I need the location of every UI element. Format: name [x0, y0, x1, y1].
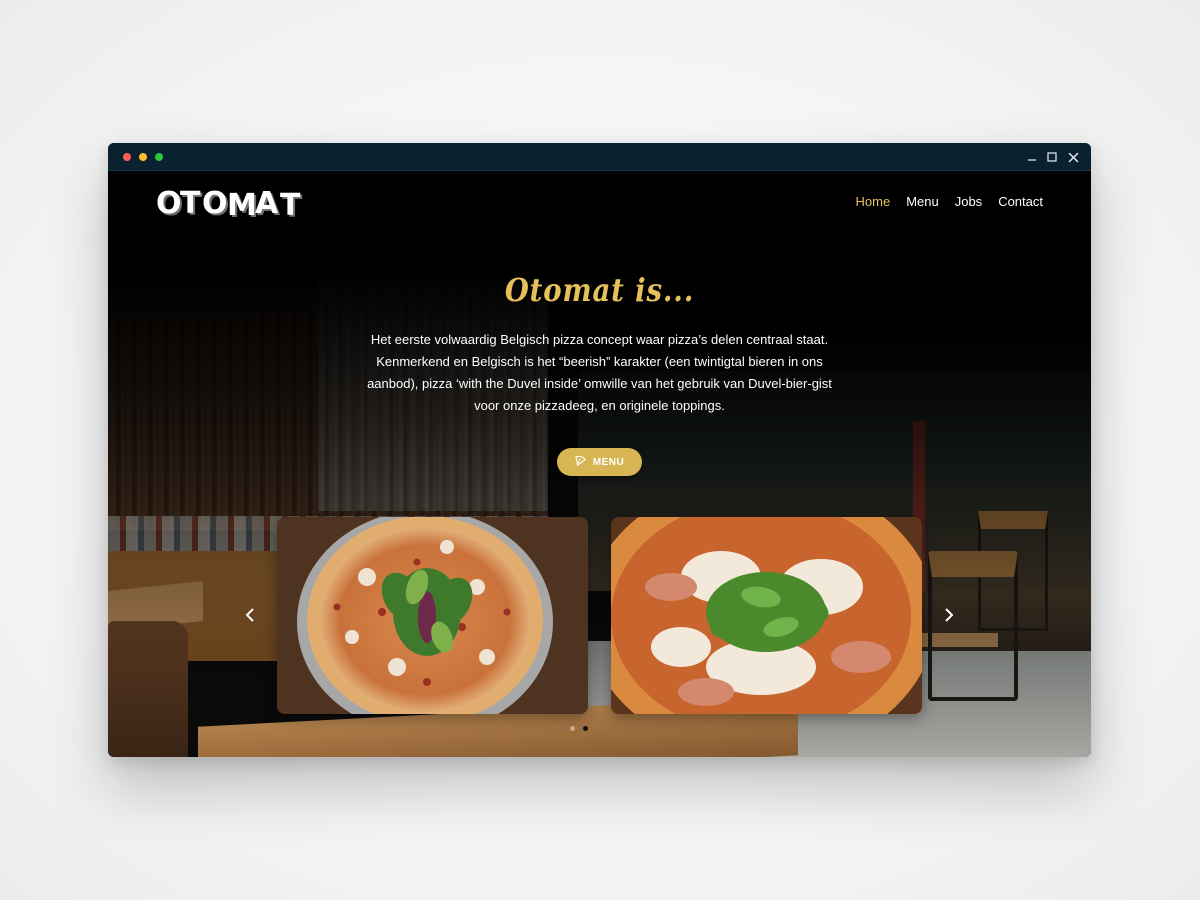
- carousel-dot-2[interactable]: [583, 726, 588, 731]
- carousel-dot-1[interactable]: [570, 726, 575, 731]
- traffic-light-close[interactable]: [123, 153, 131, 161]
- nav-home[interactable]: Home: [856, 194, 891, 209]
- carousel-next-icon[interactable]: [941, 605, 957, 625]
- hero-description: Het eerste volwaardig Belgisch pizza con…: [367, 332, 832, 413]
- traffic-light-zoom[interactable]: [155, 153, 163, 161]
- nav-jobs[interactable]: Jobs: [955, 194, 982, 209]
- svg-text:M: M: [227, 188, 257, 219]
- otomat-logo[interactable]: OO TT OO MM AA TT: [156, 185, 306, 225]
- nav-contact[interactable]: Contact: [998, 194, 1043, 209]
- site-header: OO TT OO MM AA TT Home Menu Jobs Contact: [108, 171, 1091, 231]
- svg-text:T: T: [280, 188, 301, 219]
- svg-text:T: T: [180, 186, 201, 219]
- carousel-slide-pizza-prosciutto[interactable]: [611, 517, 922, 714]
- carousel-prev-icon[interactable]: [242, 605, 258, 625]
- pizza-slice-icon: [574, 455, 586, 469]
- minimize-icon[interactable]: [1024, 149, 1040, 165]
- hero-title: Otomat is...: [504, 271, 695, 309]
- main-nav: Home Menu Jobs Contact: [856, 194, 1044, 209]
- svg-text:A: A: [255, 186, 279, 219]
- web-page: OO TT OO MM AA TT Home Menu Jobs Contact…: [108, 171, 1091, 757]
- browser-window: OO TT OO MM AA TT Home Menu Jobs Contact…: [108, 143, 1091, 757]
- svg-text:O: O: [156, 186, 182, 219]
- window-titlebar: [108, 143, 1091, 171]
- menu-button[interactable]: MENU: [557, 448, 642, 476]
- carousel-dots: [570, 726, 588, 731]
- traffic-light-minimize[interactable]: [139, 153, 147, 161]
- svg-text:O: O: [202, 186, 228, 219]
- menu-button-label: MENU: [592, 456, 625, 468]
- close-icon[interactable]: [1065, 149, 1081, 165]
- nav-menu[interactable]: Menu: [906, 194, 939, 209]
- carousel-slide-pizza-mushroom[interactable]: [277, 517, 588, 714]
- maximize-icon[interactable]: [1044, 149, 1060, 165]
